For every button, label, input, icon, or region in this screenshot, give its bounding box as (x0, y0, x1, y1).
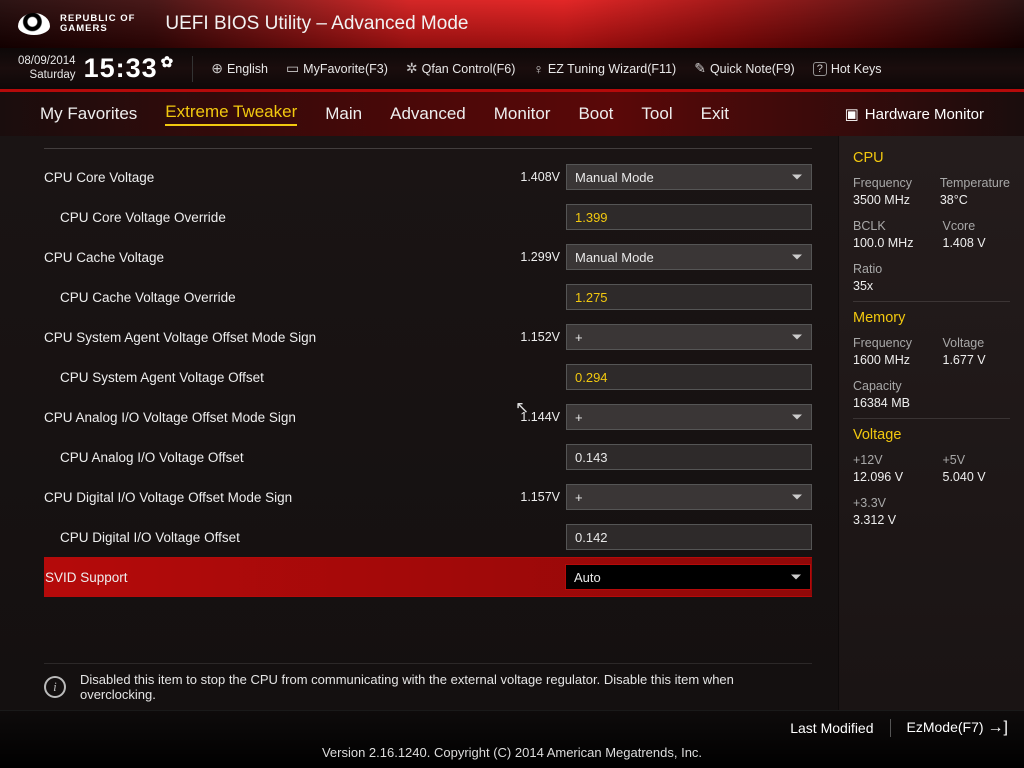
setting-dropdown[interactable]: + (566, 484, 812, 510)
eztuning-button[interactable]: ♀EZ Tuning Wizard(F11) (533, 61, 676, 77)
qfan-button[interactable]: ✲Qfan Control(F6) (406, 60, 516, 77)
setting-label: CPU Analog I/O Voltage Offset Mode Sign (44, 410, 496, 425)
setting-label: CPU Analog I/O Voltage Offset (44, 450, 496, 465)
setting-row[interactable]: CPU Core Voltage1.408V Manual Mode (44, 157, 812, 197)
setting-label: CPU System Agent Voltage Offset Mode Sig… (44, 330, 496, 345)
setting-row[interactable]: CPU Cache Voltage Override 1.275 (44, 277, 812, 317)
setting-current-value: 1.408V (496, 170, 560, 184)
setting-label: CPU Digital I/O Voltage Offset (44, 530, 496, 545)
day-text: Saturday (18, 69, 76, 82)
tab-tool[interactable]: Tool (641, 104, 672, 124)
version-text: Version 2.16.1240. Copyright (C) 2014 Am… (0, 745, 1024, 760)
setting-input[interactable]: 1.275 (566, 284, 812, 310)
setting-current-value: 1.152V (496, 330, 560, 344)
setting-row[interactable]: CPU Digital I/O Voltage Offset 0.142 (44, 517, 812, 557)
clipboard-icon: ▭ (286, 60, 299, 77)
note-icon: ✎ (694, 60, 706, 77)
help-text: Disabled this item to stop the CPU from … (80, 672, 812, 702)
setting-dropdown[interactable]: Manual Mode (566, 164, 812, 190)
setting-dropdown[interactable]: + (566, 404, 812, 430)
bulb-icon: ♀ (533, 61, 544, 77)
gear-icon[interactable]: ✿ (161, 54, 175, 71)
fan-icon: ✲ (406, 60, 418, 77)
setting-input[interactable]: 0.294 (566, 364, 812, 390)
tab-my-favorites[interactable]: My Favorites (40, 104, 137, 124)
setting-dropdown[interactable]: + (566, 324, 812, 350)
time-text: 15:33 (84, 53, 158, 83)
tab-main[interactable]: Main (325, 104, 362, 124)
tab-boot[interactable]: Boot (578, 104, 613, 124)
sb-memory-title: Memory (853, 310, 1010, 326)
setting-label: CPU Cache Voltage Override (44, 290, 496, 305)
setting-input[interactable]: 0.142 (566, 524, 812, 550)
help-icon: ? (813, 62, 827, 76)
main-tabs: My Favorites Extreme Tweaker Main Advanced M… (0, 92, 1024, 136)
top-toolbar: 08/09/2014 Saturday 15:33✿ ⊕English ▭MyF… (0, 48, 1024, 92)
myfavorite-button[interactable]: ▭MyFavorite(F3) (286, 60, 388, 77)
setting-label: CPU Cache Voltage (44, 250, 496, 265)
setting-dropdown[interactable]: Manual Mode (566, 244, 812, 270)
date-text: 08/09/2014 (18, 55, 76, 68)
footer: Last Modified EzMode(F7)→] Version 2.16.… (0, 710, 1024, 768)
datetime-display[interactable]: 08/09/2014 Saturday 15:33✿ (18, 53, 174, 84)
rog-eye-icon (18, 13, 50, 35)
monitor-icon: ▣ (845, 105, 859, 123)
hotkeys-button[interactable]: ?Hot Keys (813, 62, 882, 76)
setting-label: CPU System Agent Voltage Offset (44, 370, 496, 385)
setting-label: SVID Support (45, 570, 495, 585)
exit-icon: →] (988, 719, 1008, 736)
last-modified-button[interactable]: Last Modified (790, 720, 873, 736)
setting-row[interactable]: CPU Cache Voltage1.299V Manual Mode (44, 237, 812, 277)
setting-dropdown[interactable]: Auto (565, 564, 811, 590)
setting-input[interactable]: 1.399 (566, 204, 812, 230)
page-title: UEFI BIOS Utility – Advanced Mode (165, 13, 468, 35)
tab-exit[interactable]: Exit (701, 104, 729, 124)
ezmode-button[interactable]: EzMode(F7)→] (907, 719, 1008, 737)
hardware-monitor-panel: CPU Frequency3500 MHz Temperature38°C BC… (838, 136, 1024, 710)
setting-row[interactable]: SVID Support Auto (44, 557, 812, 597)
setting-row[interactable]: CPU Analog I/O Voltage Offset Mode Sign1… (44, 397, 812, 437)
sb-cpu-title: CPU (853, 150, 1010, 166)
tab-extreme-tweaker[interactable]: Extreme Tweaker (165, 102, 297, 126)
setting-label: CPU Core Voltage Override (44, 210, 496, 225)
brand-line2: GAMERS (60, 24, 135, 34)
tab-monitor[interactable]: Monitor (494, 104, 551, 124)
hardware-monitor-heading: ▣Hardware Monitor (845, 105, 984, 123)
setting-row[interactable]: CPU Analog I/O Voltage Offset 0.143 (44, 437, 812, 477)
setting-row[interactable]: CPU System Agent Voltage Offset 0.294 (44, 357, 812, 397)
globe-icon: ⊕ (211, 60, 223, 77)
setting-row[interactable]: CPU System Agent Voltage Offset Mode Sig… (44, 317, 812, 357)
language-button[interactable]: ⊕English (211, 60, 268, 77)
info-icon: i (44, 676, 66, 698)
brand-logo: REPUBLIC OF GAMERS (18, 13, 135, 35)
setting-current-value: 1.144V (496, 410, 560, 424)
setting-row[interactable]: CPU Digital I/O Voltage Offset Mode Sign… (44, 477, 812, 517)
setting-input[interactable]: 0.143 (566, 444, 812, 470)
setting-label: CPU Digital I/O Voltage Offset Mode Sign (44, 490, 496, 505)
setting-row[interactable]: CPU Core Voltage Override 1.399 (44, 197, 812, 237)
quicknote-button[interactable]: ✎Quick Note(F9) (694, 60, 794, 77)
title-bar: REPUBLIC OF GAMERS UEFI BIOS Utility – A… (0, 0, 1024, 48)
main-panel: CPU Core Voltage1.408VManual ModeCPU Cor… (0, 136, 838, 710)
setting-current-value: 1.157V (496, 490, 560, 504)
help-bar: i Disabled this item to stop the CPU fro… (44, 663, 812, 706)
sb-voltage-title: Voltage (853, 427, 1010, 443)
settings-list: CPU Core Voltage1.408VManual ModeCPU Cor… (44, 157, 812, 663)
setting-current-value: 1.299V (496, 250, 560, 264)
tab-advanced[interactable]: Advanced (390, 104, 466, 124)
setting-label: CPU Core Voltage (44, 170, 496, 185)
